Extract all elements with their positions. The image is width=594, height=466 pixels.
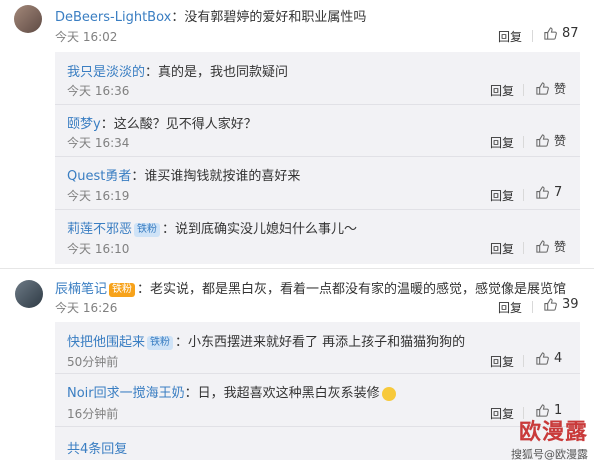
reply-time: 今天 16:36 (67, 84, 130, 98)
comment-2-username[interactable]: 辰楠笔记 (55, 282, 107, 297)
comment-2-body: ：老实说，都是黑白灰，看着一点都没有家的温暖的感觉，感觉像是展览馆 (137, 282, 567, 297)
like-button[interactable]: 7 (535, 185, 562, 200)
comment-2-like-button[interactable]: 39 (543, 297, 579, 312)
reply-body: ：这么酸？见不得人家好？ (100, 117, 257, 132)
like-button[interactable]: 赞 (535, 238, 566, 255)
like-button[interactable]: 4 (535, 351, 562, 366)
divider (55, 156, 580, 157)
comment-2-time: 今天 16:26 (55, 301, 118, 315)
thumbs-up-icon (536, 82, 549, 95)
thumbs-up-icon (536, 186, 549, 199)
fan-badge: 铁粉 (134, 222, 161, 237)
divider (532, 301, 533, 313)
divider (523, 407, 524, 419)
reply-username[interactable]: Noir回求一搅海王奶 (67, 386, 185, 401)
reply-username[interactable]: 颐梦y (67, 117, 101, 132)
fan-badge: 铁粉 (109, 282, 136, 297)
divider (523, 84, 524, 96)
divider (55, 426, 580, 427)
like-button[interactable]: 赞 (535, 132, 566, 149)
divider (55, 209, 580, 210)
divider (55, 373, 580, 374)
comment-1-text: DeBeers-LightBox：没有郭碧婷的爱好和职业属性吗 (55, 6, 366, 25)
reply-button[interactable]: 回复 (490, 353, 514, 370)
reply-text: 我只是淡淡的：真的是，我也同款疑问 (67, 61, 288, 80)
comment-1-like-button[interactable]: 87 (543, 26, 579, 41)
reply-button[interactable]: 回复 (490, 134, 514, 151)
reply-body: ：日，我超喜欢这种黑白灰系装修 (184, 386, 380, 401)
laughing-emoji-icon (381, 386, 396, 401)
divider (0, 268, 594, 269)
thumbs-up-icon (536, 404, 549, 417)
more-replies-link[interactable]: 共4条回复 (67, 438, 127, 457)
reply-text: 颐梦y：这么酸？见不得人家好？ (67, 113, 257, 132)
reply-time: 16分钟前 (67, 407, 119, 421)
thumbs-up-icon (536, 352, 549, 365)
reply-username[interactable]: 快把他围起来 (67, 335, 145, 350)
thumbs-up-icon (544, 27, 557, 40)
like-count: 4 (554, 351, 563, 366)
fan-badge: 铁粉 (147, 335, 174, 350)
comment-1-reply-button[interactable]: 回复 (498, 28, 522, 45)
like-count: 1 (554, 403, 563, 418)
like-label: 赞 (554, 82, 567, 96)
avatar[interactable] (15, 280, 43, 308)
reply-time: 50分钟前 (67, 355, 119, 369)
like-label: 赞 (554, 240, 567, 254)
reply-text: Quest勇者：谁买谁掏钱就按谁的喜好来 (67, 165, 300, 184)
comment-2-like-count: 39 (562, 297, 579, 312)
divider (523, 242, 524, 254)
reply-time: 今天 16:19 (67, 189, 130, 203)
like-label: 赞 (554, 134, 567, 148)
comment-2-text: 辰楠笔记 铁粉 ：老实说，都是黑白灰，看着一点都没有家的温暖的感觉，感觉像是展览馆 (55, 278, 566, 297)
comment-1-username[interactable]: DeBeers-LightBox (55, 10, 171, 25)
reply-time: 今天 16:10 (67, 242, 130, 256)
thumbs-up-icon (536, 240, 549, 253)
avatar[interactable] (14, 5, 42, 33)
like-count: 7 (554, 185, 563, 200)
divider (55, 104, 580, 105)
comment-2-reply-button[interactable]: 回复 (498, 299, 522, 316)
reply-text: 莉莲不邪恶 铁粉 ：说到底确实没儿媳妇什么事儿～ (67, 218, 357, 237)
thumbs-up-icon (536, 134, 549, 147)
reply-body: ：谁买谁掏钱就按谁的喜好来 (131, 169, 301, 184)
reply-button[interactable]: 回复 (490, 240, 514, 257)
like-button[interactable]: 赞 (535, 80, 566, 97)
like-button[interactable]: 1 (535, 403, 562, 418)
reply-username[interactable]: 我只是淡淡的 (67, 65, 145, 80)
reply-body: ：说到底确实没儿媳妇什么事儿～ (162, 222, 358, 237)
watermark: 欧漫露 搜狐号@欧漫露 (511, 420, 588, 462)
reply-text: 快把他围起来 铁粉 ：小东西摆进来就好看了 再添上孩子和猫猫狗狗的 (67, 331, 465, 350)
reply-body: ：真的是，我也同款疑问 (145, 65, 289, 80)
reply-button[interactable]: 回复 (490, 187, 514, 204)
comment-1-body: ：没有郭碧婷的爱好和职业属性吗 (171, 10, 367, 25)
divider (523, 136, 524, 148)
reply-body: ：小东西摆进来就好看了 再添上孩子和猫猫狗狗的 (175, 335, 466, 350)
comment-1-time: 今天 16:02 (55, 30, 118, 44)
divider (532, 30, 533, 42)
watermark-title: 欧漫露 (518, 420, 588, 445)
reply-username[interactable]: 莉莲不邪恶 (67, 222, 132, 237)
reply-time: 今天 16:34 (67, 136, 130, 150)
reply-button[interactable]: 回复 (490, 82, 514, 99)
watermark-source: 搜狐号@欧漫露 (511, 448, 588, 461)
reply-username[interactable]: Quest勇者 (67, 169, 131, 184)
thumbs-up-icon (544, 298, 557, 311)
divider (523, 355, 524, 367)
comment-1-like-count: 87 (562, 26, 579, 41)
divider (523, 189, 524, 201)
reply-text: Noir回求一搅海王奶：日，我超喜欢这种黑白灰系装修 (67, 382, 396, 401)
